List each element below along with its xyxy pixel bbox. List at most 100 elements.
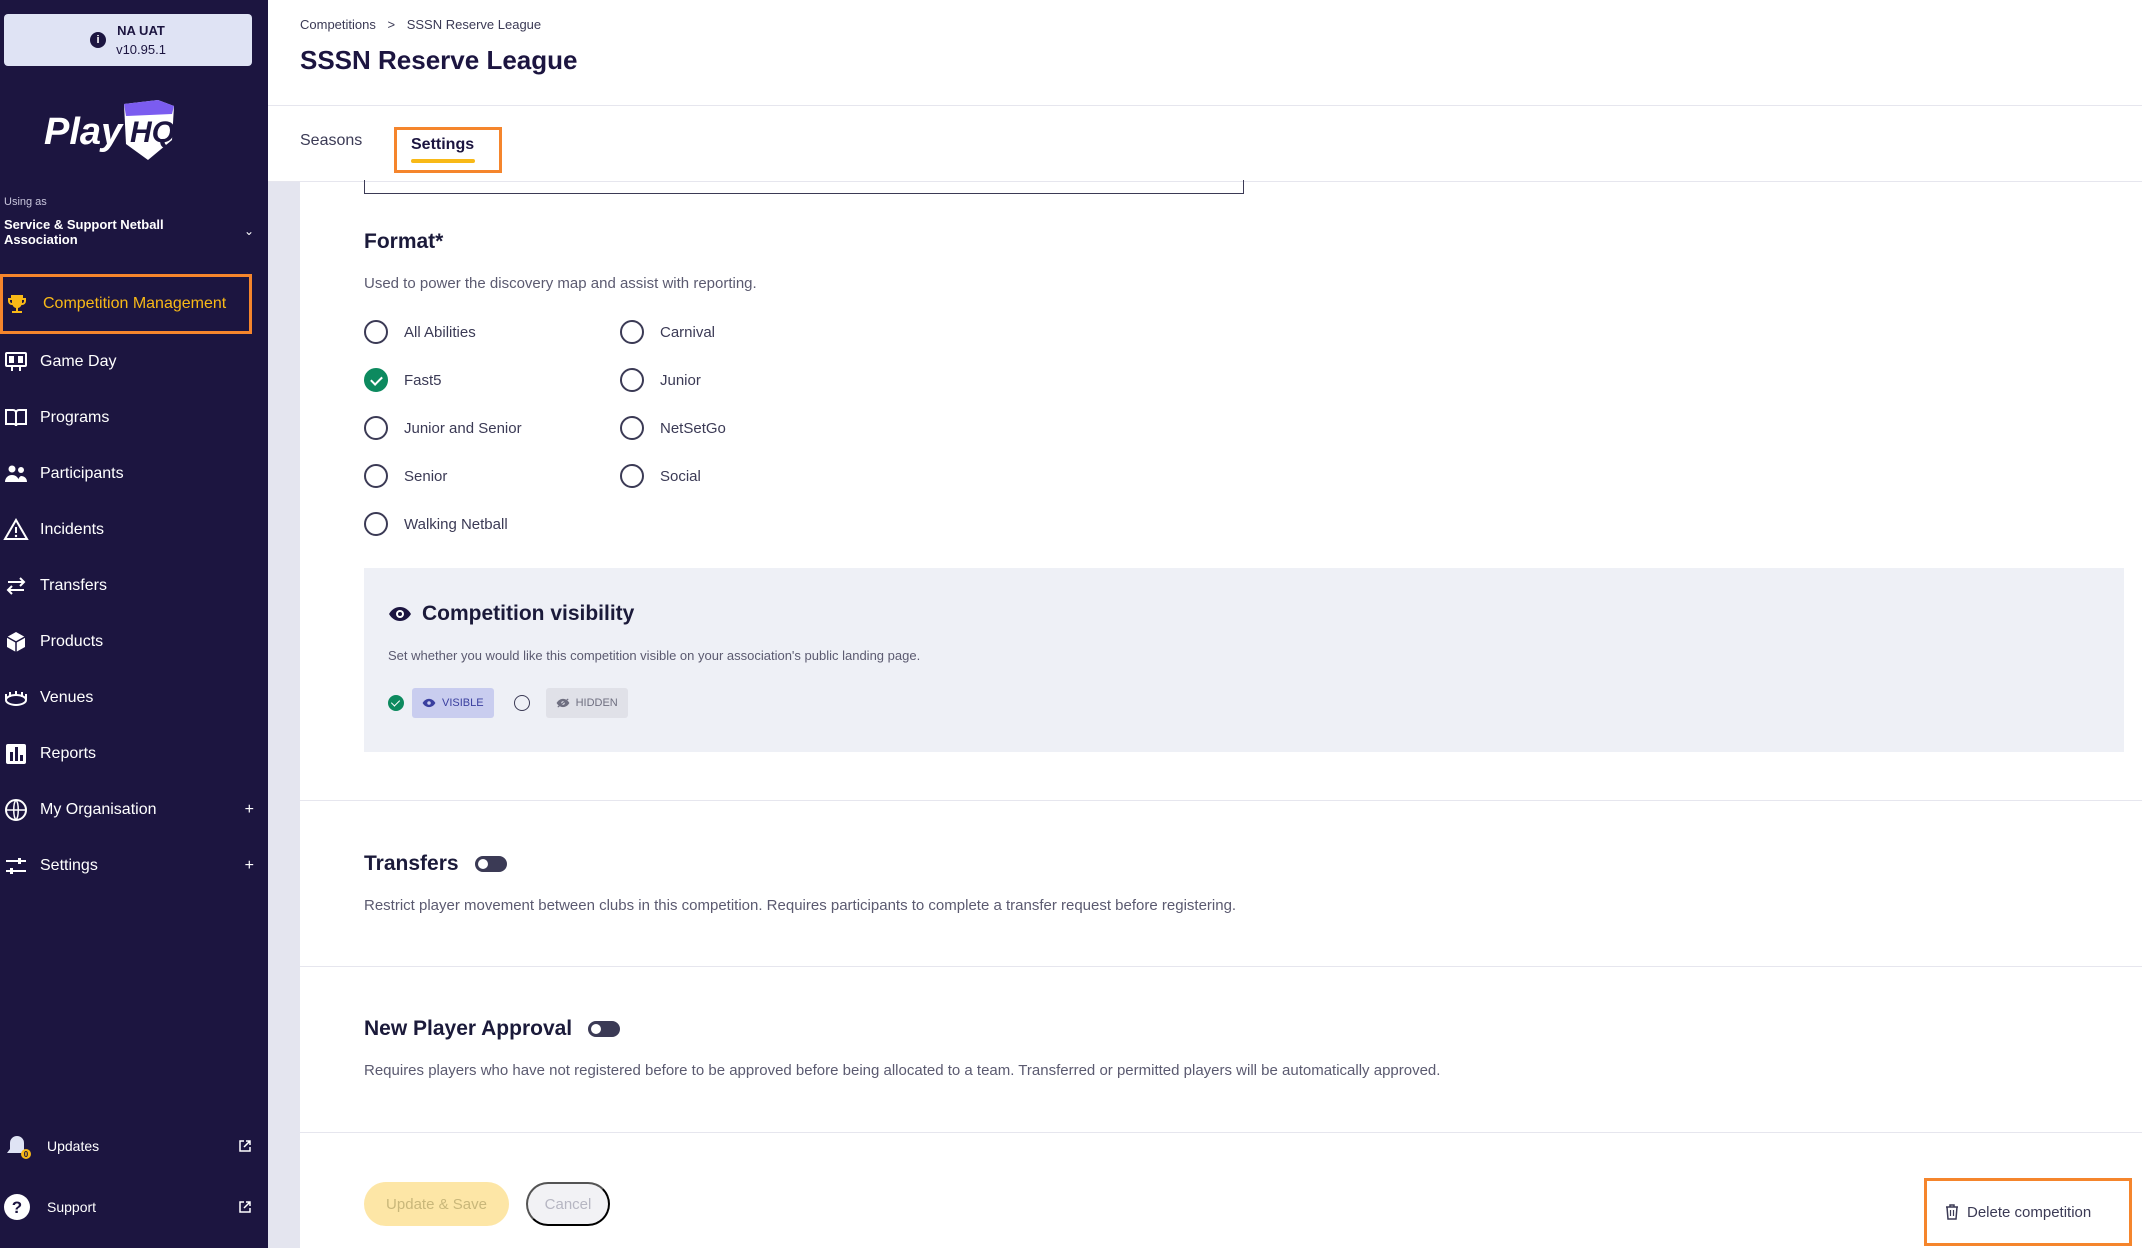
transfers-section-title: Transfers [364, 852, 507, 876]
tab-label: Settings [411, 136, 475, 153]
format-title: Format* [364, 230, 444, 253]
expand-icon[interactable]: + [245, 857, 254, 875]
new-player-approval-description: Requires players who have not registered… [364, 1062, 1441, 1079]
arrows-icon [6, 577, 26, 595]
new-player-approval-toggle[interactable] [588, 1021, 621, 1037]
format-option-carnival[interactable]: Carnival [620, 320, 715, 344]
book-icon [5, 409, 27, 427]
content-gutter [268, 182, 300, 1248]
sidebar-item-products[interactable]: Products [0, 614, 268, 670]
sidebar-item-label: Transfers [40, 577, 107, 594]
globe-icon [5, 799, 27, 821]
environment-badge: i NA UAT v10.95.1 [4, 14, 252, 66]
sidebar-item-reports[interactable]: Reports [0, 726, 268, 782]
format-option-junior[interactable]: Junior [620, 368, 701, 392]
sidebar-item-transfers[interactable]: Transfers [0, 558, 268, 614]
organisation-switcher[interactable]: Using as Service & Support Netball Assoc… [4, 196, 254, 247]
radio-button[interactable] [620, 368, 644, 392]
sidebar-item-label: Programs [40, 409, 110, 426]
sidebar-item-settings[interactable]: Settings + [0, 838, 268, 894]
option-label: Walking Netball [404, 515, 508, 533]
scoreboard-icon [5, 352, 27, 371]
sliders-icon [6, 858, 26, 874]
eye-icon [389, 607, 411, 621]
new-player-approval-title: New Player Approval [364, 1017, 621, 1041]
hidden-radio[interactable] [513, 695, 530, 711]
visibility-options: VISIBLE HIDDEN [388, 688, 628, 718]
expand-icon[interactable]: + [245, 801, 254, 819]
format-option-senior[interactable]: Senior [364, 464, 447, 488]
sidebar-item-my-organisation[interactable]: My Organisation + [0, 782, 268, 838]
sidebar-item-label: My Organisation [40, 801, 157, 818]
stadium-icon [5, 691, 27, 706]
sidebar-item-label: Settings [40, 857, 98, 874]
radio-button[interactable] [364, 416, 388, 440]
sidebar-item-game-day[interactable]: Game Day [0, 334, 268, 390]
sidebar-support[interactable]: ? Support [0, 1182, 268, 1232]
format-option-walking-netball[interactable]: Walking Netball [364, 512, 508, 536]
format-option-all-abilities[interactable]: All Abilities [364, 320, 476, 344]
visible-radio[interactable] [388, 695, 404, 711]
active-tab-indicator [411, 159, 475, 163]
trophy-icon [8, 295, 26, 313]
sidebar-item-label: Game Day [40, 353, 117, 370]
update-save-button[interactable]: Update & Save [364, 1182, 509, 1226]
sidebar-item-venues[interactable]: Venues [0, 670, 268, 726]
option-label: All Abilities [404, 323, 476, 341]
transfers-toggle[interactable] [474, 856, 507, 872]
option-label: Carnival [660, 323, 716, 341]
visibility-title: Competition visibility [388, 602, 634, 626]
support-label: Support [47, 1199, 97, 1215]
visibility-description: Set whether you would like this competit… [388, 648, 921, 663]
warning-icon [3, 518, 29, 540]
option-label: NetSetGo [660, 419, 726, 437]
sidebar-updates[interactable]: 0 Updates [0, 1121, 268, 1171]
radio-button-checked[interactable] [364, 368, 388, 392]
radio-button[interactable] [620, 416, 644, 440]
sidebar-item-competition-management[interactable]: Competition Management [0, 274, 252, 334]
visible-option[interactable]: VISIBLE [412, 688, 494, 718]
playhq-logo[interactable]: Play HQ [42, 96, 192, 166]
sidebar-nav: Competition Management Game Day Programs… [0, 274, 268, 894]
breadcrumb-current: SSSN Reserve League [406, 17, 542, 32]
format-option-fast5[interactable]: Fast5 [364, 368, 442, 392]
transfers-description: Restrict player movement between clubs i… [364, 897, 1237, 914]
environment-name: NA UAT [117, 23, 165, 38]
radio-button[interactable] [364, 464, 388, 488]
delete-competition-button[interactable]: Delete competition [1924, 1178, 2132, 1246]
breadcrumb-separator: > [387, 17, 396, 32]
format-option-junior-and-senior[interactable]: Junior and Senior [364, 416, 522, 440]
competition-visibility-panel: Competition visibility Set whether you w… [364, 568, 2124, 752]
radio-button[interactable] [620, 464, 644, 488]
sidebar-item-label: Participants [40, 465, 124, 482]
external-link-icon [239, 1201, 251, 1213]
svg-text:Play: Play [44, 111, 124, 153]
sidebar-item-programs[interactable]: Programs [0, 390, 268, 446]
text-field[interactable] [364, 180, 1244, 194]
radio-button[interactable] [364, 512, 388, 536]
tab-seasons[interactable]: Seasons [300, 132, 362, 150]
radio-button[interactable] [364, 320, 388, 344]
hidden-option[interactable]: HIDDEN [545, 688, 628, 718]
chevron-down-icon[interactable]: ⌄ [244, 224, 254, 238]
using-as-label: Using as [4, 196, 47, 208]
tab-settings[interactable]: Settings [394, 127, 502, 173]
sidebar-item-label: Reports [40, 745, 97, 762]
option-label: Social [660, 467, 701, 485]
sidebar-item-incidents[interactable]: Incidents [0, 502, 268, 558]
info-icon: i [90, 32, 107, 48]
sidebar-item-participants[interactable]: Participants [0, 446, 268, 502]
format-option-social[interactable]: Social [620, 464, 701, 488]
organisation-name: Service & Support Netball Association [4, 217, 164, 247]
sidebar: i NA UAT v10.95.1 Play HQ Using as Servi… [0, 0, 268, 1248]
cancel-button[interactable]: Cancel [526, 1182, 610, 1226]
format-option-netsetgo[interactable]: NetSetGo [620, 416, 726, 440]
svg-text:HQ: HQ [130, 116, 175, 149]
sidebar-item-label: Competition Management [43, 295, 227, 312]
eye-icon [422, 698, 436, 708]
radio-button[interactable] [620, 320, 644, 344]
breadcrumb-competitions[interactable]: Competitions [300, 17, 376, 32]
option-label: Junior and Senior [404, 419, 522, 437]
sidebar-item-label: Products [40, 633, 104, 650]
box-icon [6, 632, 26, 652]
